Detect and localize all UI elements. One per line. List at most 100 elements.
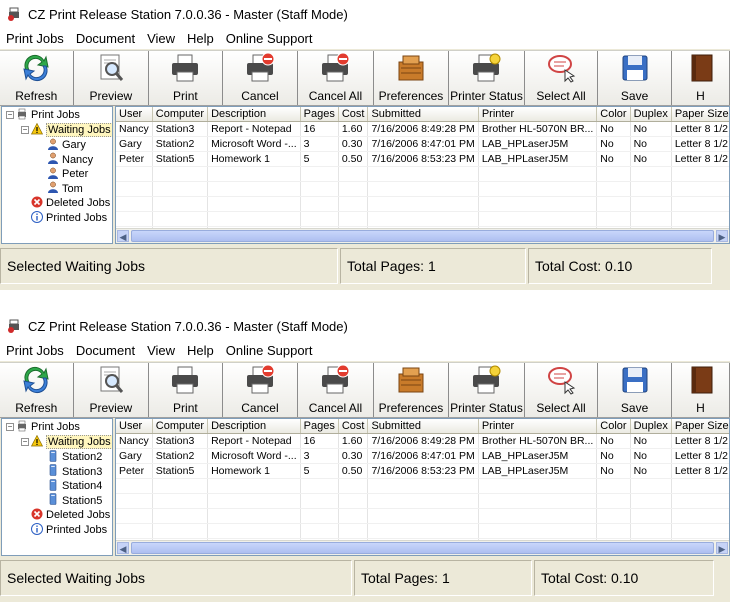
- column-header[interactable]: Description: [207, 107, 301, 122]
- table-row[interactable]: Peter Station5 Homework 1 5 0.50 7/16/2006 8:…: [116, 463, 729, 479]
- tree-expander[interactable]: −: [6, 423, 14, 431]
- table-row[interactable]: Nancy Station3 Report - Notepad 16 1.60 7/16/…: [116, 121, 729, 137]
- scroll-left-icon[interactable]: ◀: [117, 542, 129, 554]
- tree-node-child[interactable]: Nancy: [47, 152, 94, 167]
- column-header[interactable]: Printer: [478, 419, 598, 434]
- table-row[interactable]: Gary Station2 Microsoft Word -... 3 0.30 7/16…: [116, 448, 729, 464]
- menu-view[interactable]: View: [147, 31, 175, 46]
- status-selected: Selected Waiting Jobs: [0, 248, 338, 284]
- menu-online-support[interactable]: Online Support: [226, 343, 313, 358]
- cancel-all-button[interactable]: Cancel All: [298, 363, 374, 417]
- scroll-left-icon[interactable]: ◀: [117, 230, 129, 242]
- column-header[interactable]: Description: [207, 419, 301, 434]
- printer-status-button[interactable]: Printer Status: [449, 363, 525, 417]
- column-header[interactable]: Pages: [300, 419, 339, 434]
- tree-node-waiting-jobs[interactable]: Waiting Jobs: [31, 434, 112, 449]
- tree-expander[interactable]: −: [6, 111, 14, 119]
- column-header[interactable]: Color: [596, 107, 631, 122]
- save-button[interactable]: Save: [598, 363, 672, 417]
- tree-node-child[interactable]: Peter: [47, 167, 88, 181]
- empty-row: [116, 493, 729, 509]
- toolbar-label: Preview: [89, 89, 133, 103]
- empty-cell: [478, 508, 598, 524]
- column-header[interactable]: Color: [596, 419, 631, 434]
- tree-node-child[interactable]: Station3: [47, 464, 102, 479]
- preview-button[interactable]: Preview: [73, 363, 150, 417]
- printer-status-button[interactable]: Printer Status: [449, 51, 525, 105]
- table-cell: 16: [300, 433, 339, 449]
- menu-print-jobs[interactable]: Print Jobs: [6, 31, 64, 46]
- tree-node-print-jobs[interactable]: Print Jobs: [16, 108, 80, 122]
- save-button[interactable]: Save: [598, 51, 672, 105]
- tree-node-printed-jobs[interactable]: Printed Jobs: [31, 522, 107, 537]
- cancel-all-button[interactable]: Cancel All: [298, 51, 374, 105]
- column-header[interactable]: Submitted: [367, 107, 479, 122]
- tree-node-child[interactable]: Station4: [47, 478, 102, 493]
- column-header[interactable]: Submitted: [367, 419, 479, 434]
- cancel-button[interactable]: Cancel: [222, 363, 299, 417]
- print-button[interactable]: Print: [149, 51, 223, 105]
- select-all-button[interactable]: Select All: [524, 363, 599, 417]
- menu-online-support[interactable]: Online Support: [226, 31, 313, 46]
- table-cell: No: [630, 151, 672, 167]
- tree-node-waiting-jobs[interactable]: Waiting Jobs: [31, 122, 112, 137]
- scroll-thumb[interactable]: [131, 230, 714, 242]
- table-cell: LAB_HPLaserJ5M: [478, 151, 598, 167]
- print-button[interactable]: Print: [149, 363, 223, 417]
- column-header[interactable]: Pages: [300, 107, 339, 122]
- tree-expander[interactable]: −: [21, 126, 29, 134]
- tree-node-child[interactable]: Gary: [47, 138, 86, 152]
- table-cell: Letter 8 1/2 x 11: [671, 121, 729, 137]
- tree-node-deleted-jobs[interactable]: Deleted Jobs: [31, 508, 110, 522]
- h-button[interactable]: H: [671, 363, 730, 417]
- computer-icon: [47, 493, 62, 508]
- tree-node-child[interactable]: Station2: [47, 449, 102, 464]
- tree-node-print-jobs[interactable]: Print Jobs: [16, 420, 80, 434]
- tree-node-printed-jobs[interactable]: Printed Jobs: [31, 210, 107, 225]
- horizontal-scrollbar[interactable]: ◀ ▶: [116, 540, 729, 555]
- refresh-button[interactable]: Refresh: [0, 363, 74, 417]
- column-header[interactable]: Computer: [152, 107, 209, 122]
- tree-node-child[interactable]: Station5: [47, 493, 102, 508]
- column-header[interactable]: Cost: [338, 419, 369, 434]
- tree-node-deleted-jobs[interactable]: Deleted Jobs: [31, 196, 110, 210]
- h-button[interactable]: H: [671, 51, 730, 105]
- preferences-button[interactable]: Preferences: [373, 363, 450, 417]
- refresh-button[interactable]: Refresh: [0, 51, 74, 105]
- menu-document[interactable]: Document: [76, 343, 135, 358]
- column-header[interactable]: Printer: [478, 107, 598, 122]
- table-cell: Nancy: [116, 433, 153, 449]
- column-header[interactable]: Duplex: [630, 419, 672, 434]
- column-header[interactable]: User: [116, 419, 153, 434]
- cancel-button[interactable]: Cancel: [222, 51, 299, 105]
- menu-document[interactable]: Document: [76, 31, 135, 46]
- column-header[interactable]: Paper Size: [671, 107, 729, 122]
- horizontal-scrollbar[interactable]: ◀ ▶: [116, 228, 729, 243]
- column-header[interactable]: Cost: [338, 107, 369, 122]
- refresh-icon: [20, 364, 52, 401]
- empty-cell: [152, 478, 209, 494]
- table-cell: Station2: [152, 448, 209, 464]
- table-row[interactable]: Gary Station2 Microsoft Word -... 3 0.30 7/16…: [116, 136, 729, 152]
- menu-print-jobs[interactable]: Print Jobs: [6, 343, 64, 358]
- table-cell: 0.50: [338, 151, 369, 167]
- select-all-button[interactable]: Select All: [524, 51, 599, 105]
- tree-node-child[interactable]: Tom: [47, 181, 83, 196]
- scroll-right-icon[interactable]: ▶: [716, 542, 728, 554]
- column-header[interactable]: User: [116, 107, 153, 122]
- column-header[interactable]: Computer: [152, 419, 209, 434]
- preview-button[interactable]: Preview: [73, 51, 150, 105]
- empty-cell: [367, 166, 479, 182]
- scroll-thumb[interactable]: [131, 542, 714, 554]
- menu-help[interactable]: Help: [187, 343, 214, 358]
- preferences-button[interactable]: Preferences: [373, 51, 450, 105]
- column-header[interactable]: Paper Size: [671, 419, 729, 434]
- tree-expander[interactable]: −: [21, 438, 29, 446]
- column-header[interactable]: Duplex: [630, 107, 672, 122]
- menu-view[interactable]: View: [147, 343, 175, 358]
- tree-label: Nancy: [62, 153, 94, 166]
- table-row[interactable]: Nancy Station3 Report - Notepad 16 1.60 7/16/…: [116, 433, 729, 449]
- scroll-right-icon[interactable]: ▶: [716, 230, 728, 242]
- menu-help[interactable]: Help: [187, 31, 214, 46]
- table-row[interactable]: Peter Station5 Homework 1 5 0.50 7/16/2006 8:…: [116, 151, 729, 167]
